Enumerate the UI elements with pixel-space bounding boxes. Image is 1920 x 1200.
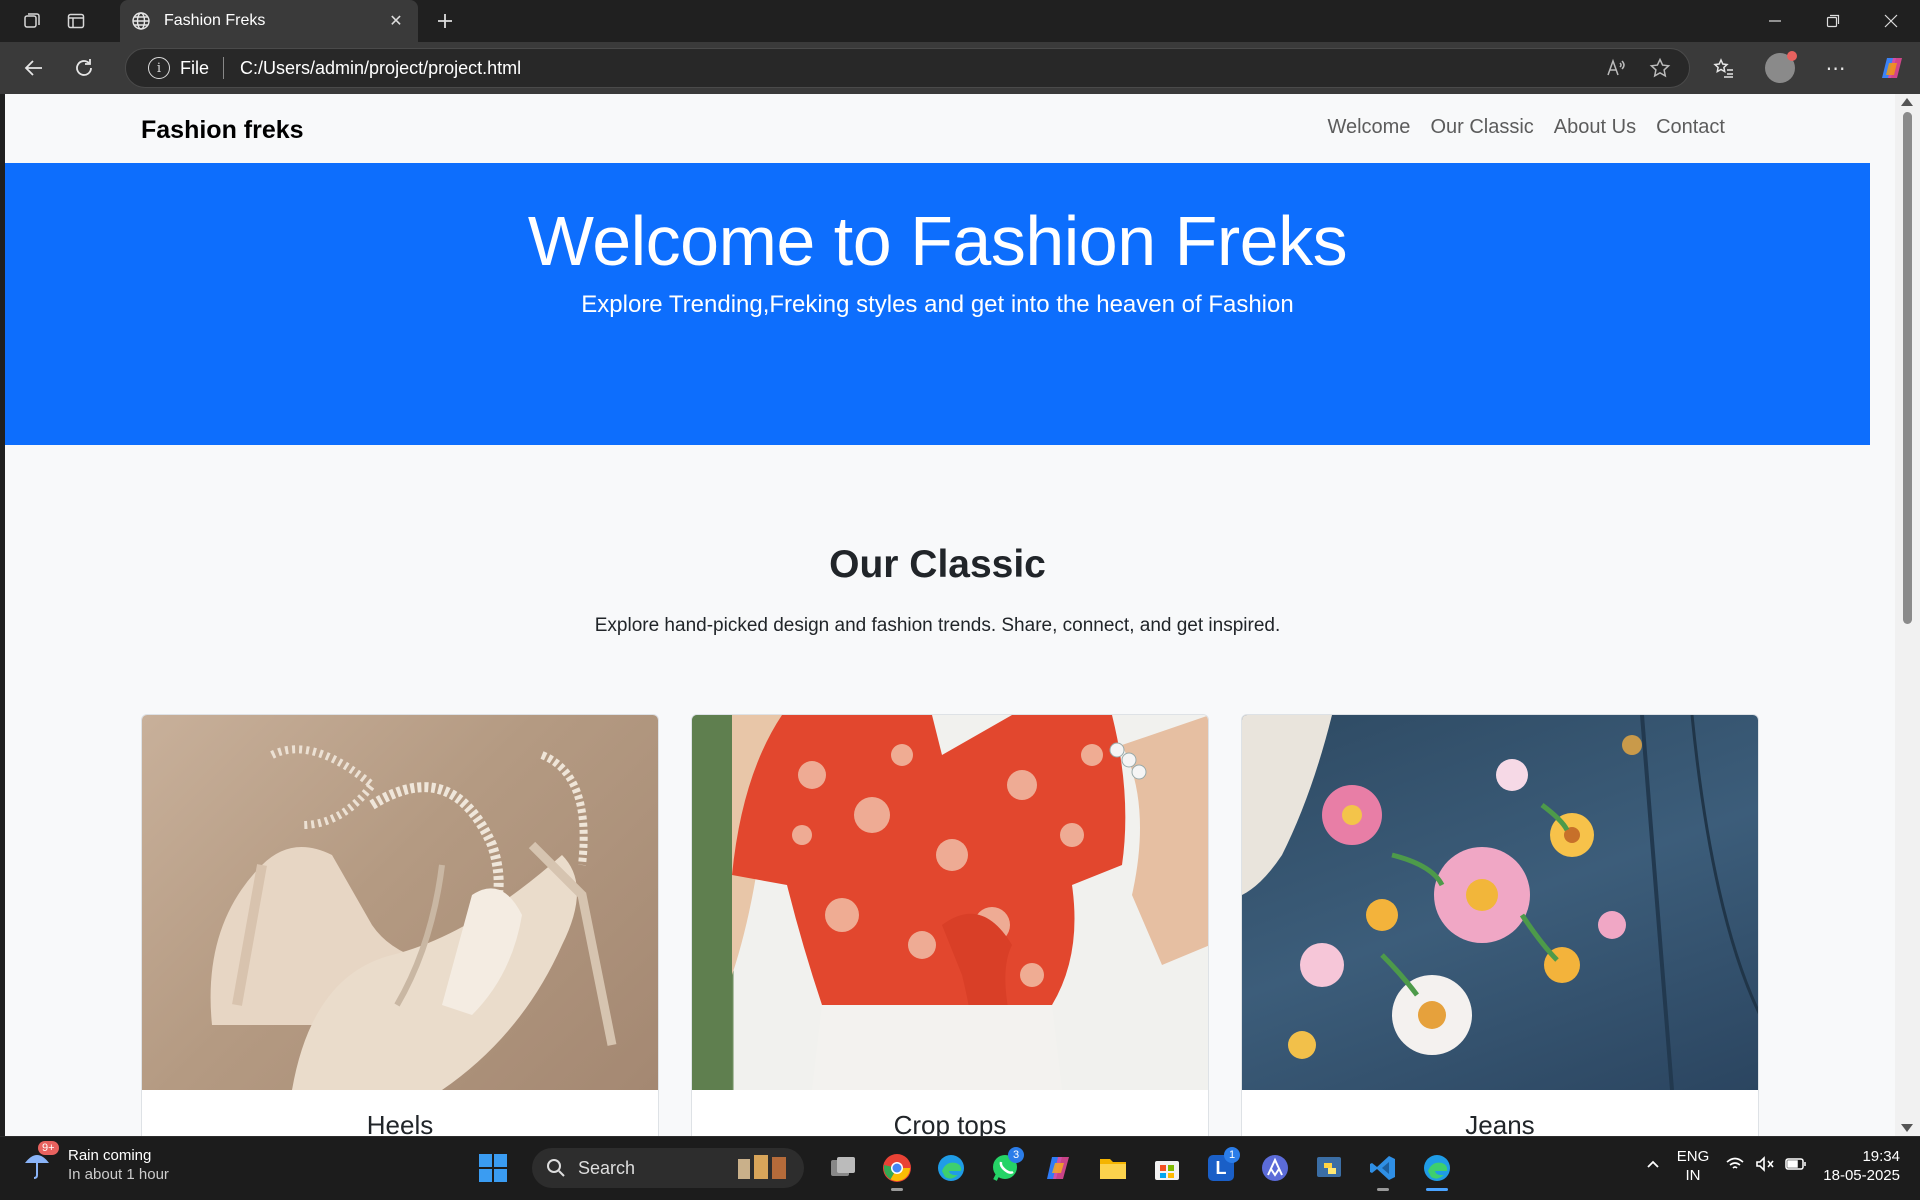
back-icon[interactable] xyxy=(14,48,54,88)
restore-icon[interactable] xyxy=(1804,0,1862,42)
taskbar-apps: Search 3 L 1 xyxy=(470,1145,1460,1191)
file-explorer-icon[interactable] xyxy=(1090,1145,1136,1191)
refresh-icon[interactable] xyxy=(64,48,104,88)
scrollbar-thumb[interactable] xyxy=(1903,112,1912,624)
whatsapp-badge: 3 xyxy=(1008,1147,1024,1163)
profile-avatar[interactable] xyxy=(1752,51,1808,83)
python-icon[interactable] xyxy=(1306,1145,1352,1191)
l-app-icon[interactable]: L 1 xyxy=(1198,1145,1244,1191)
battery-icon xyxy=(1785,1157,1807,1176)
globe-icon xyxy=(130,10,152,32)
heels-image xyxy=(142,715,658,1090)
crop-top-image xyxy=(692,715,1208,1090)
task-view-icon[interactable] xyxy=(820,1145,866,1191)
whatsapp-icon[interactable]: 3 xyxy=(982,1145,1028,1191)
site-navbar: Fashion freks Welcome Our Classic About … xyxy=(5,94,1870,163)
nav-link-contact[interactable]: Contact xyxy=(1656,116,1725,139)
weather-widget[interactable]: 9+ Rain coming In about 1 hour xyxy=(22,1141,169,1183)
nav-link-welcome[interactable]: Welcome xyxy=(1327,116,1410,139)
clock-date: 18-05-2025 xyxy=(1823,1167,1900,1184)
tray-status-icons[interactable] xyxy=(1725,1155,1807,1177)
language-indicator[interactable]: ENG IN xyxy=(1677,1147,1710,1185)
card-jeans[interactable]: Jeans xyxy=(1241,714,1759,1136)
nav-link-about-us[interactable]: About Us xyxy=(1554,116,1636,139)
language-code: ENG xyxy=(1676,1148,1710,1165)
favorite-star-icon[interactable] xyxy=(1649,57,1671,84)
search-highlight-icon xyxy=(736,1151,796,1186)
nav-links: Welcome Our Classic About Us Contact xyxy=(1327,116,1725,139)
chevron-up-icon[interactable] xyxy=(1645,1156,1661,1177)
running-indicator xyxy=(891,1188,903,1191)
url-scheme-label: File xyxy=(180,57,210,78)
chrome-icon[interactable] xyxy=(874,1145,920,1191)
nav-link-our-classic[interactable]: Our Classic xyxy=(1430,116,1533,139)
weather-badge: 9+ xyxy=(38,1141,59,1155)
avatar xyxy=(1765,51,1797,83)
umbrella-icon: 9+ xyxy=(22,1141,59,1183)
microsoft-store-icon[interactable] xyxy=(1144,1145,1190,1191)
card-heels[interactable]: Heels xyxy=(141,714,659,1136)
card-crop-tops[interactable]: Crop tops xyxy=(691,714,1209,1136)
page-scrollbar[interactable] xyxy=(1895,94,1920,1136)
card-title-crop-tops: Crop tops xyxy=(893,1110,1007,1136)
read-aloud-icon[interactable] xyxy=(1605,57,1627,84)
browser-toolbar: i File C:/Users/admin/project/project.ht… xyxy=(0,42,1920,94)
weather-subtitle: In about 1 hour xyxy=(68,1166,169,1183)
address-bar[interactable]: i File C:/Users/admin/project/project.ht… xyxy=(125,48,1690,88)
search-label: Search xyxy=(578,1157,636,1178)
hero-section: Welcome to Fashion Freks Explore Trendin… xyxy=(5,163,1870,445)
copilot-app-icon[interactable] xyxy=(1036,1145,1082,1191)
new-tab-button[interactable] xyxy=(430,6,460,36)
url-separator xyxy=(223,57,225,79)
start-windows-icon[interactable] xyxy=(470,1145,516,1191)
site-info-icon[interactable]: i xyxy=(148,57,170,79)
scroll-down-arrow-icon[interactable] xyxy=(1901,1124,1913,1132)
card-title-heels: Heels xyxy=(366,1110,434,1136)
card-title-jeans: Jeans xyxy=(1465,1110,1535,1136)
speaker-muted-icon xyxy=(1755,1155,1775,1177)
address-bar-actions xyxy=(1605,57,1671,84)
minimize-icon[interactable] xyxy=(1746,0,1804,42)
edge-active-icon[interactable] xyxy=(1414,1145,1460,1191)
taskbar-search[interactable]: Search xyxy=(532,1148,804,1188)
hero-subtitle: Explore Trending,Freking styles and get … xyxy=(581,291,1294,318)
jeans-image xyxy=(1242,715,1758,1090)
copilot-icon[interactable] xyxy=(1864,55,1920,81)
active-indicator xyxy=(1426,1188,1448,1191)
vscode-icon[interactable] xyxy=(1360,1145,1406,1191)
scroll-up-arrow-icon[interactable] xyxy=(1901,98,1913,106)
more-options-icon[interactable]: ⋯ xyxy=(1808,56,1864,81)
close-tab-icon[interactable]: ✕ xyxy=(384,9,408,33)
window-controls xyxy=(1746,0,1920,42)
hero-title: Welcome to Fashion Freks xyxy=(527,202,1348,280)
search-icon xyxy=(547,1159,565,1177)
workspaces-icon[interactable] xyxy=(10,0,54,42)
l-app-badge: 1 xyxy=(1224,1147,1240,1163)
tab-actions-icon[interactable] xyxy=(54,0,98,42)
page-viewport: Fashion freks Welcome Our Classic About … xyxy=(5,94,1895,1136)
edge-icon[interactable] xyxy=(928,1145,974,1191)
clock[interactable]: 19:34 18-05-2025 xyxy=(1823,1147,1900,1185)
url-text[interactable]: C:/Users/admin/project/project.html xyxy=(240,58,521,79)
close-window-icon[interactable] xyxy=(1862,0,1920,42)
clock-time: 19:34 xyxy=(1862,1148,1900,1165)
favorites-icon[interactable] xyxy=(1696,57,1752,79)
classic-text: Explore hand-picked design and fashion t… xyxy=(594,615,1281,636)
running-indicator xyxy=(1377,1188,1389,1191)
classic-heading: Our Classic xyxy=(829,543,1046,586)
classic-section: Our Classic Explore hand-picked design a… xyxy=(5,445,1870,637)
weather-title: Rain coming xyxy=(68,1147,152,1164)
region-code: IN xyxy=(1685,1167,1701,1184)
system-tray: ENG IN 19:34 18-05-2025 xyxy=(1645,1147,1900,1185)
tab-title: Fashion Freks xyxy=(164,12,266,29)
anaconda-app-icon[interactable] xyxy=(1252,1145,1298,1191)
browser-actions: ⋯ xyxy=(1696,42,1920,94)
site-brand[interactable]: Fashion freks xyxy=(141,116,304,145)
product-cards: Heels Crop tops Jeans xyxy=(141,714,1759,1136)
browser-titlebar: Fashion Freks ✕ xyxy=(0,0,1920,42)
windows-taskbar: 9+ Rain coming In about 1 hour Search 3 … xyxy=(0,1136,1920,1200)
tab-fashion-freks[interactable]: Fashion Freks ✕ xyxy=(120,0,418,42)
wifi-icon xyxy=(1725,1156,1745,1177)
